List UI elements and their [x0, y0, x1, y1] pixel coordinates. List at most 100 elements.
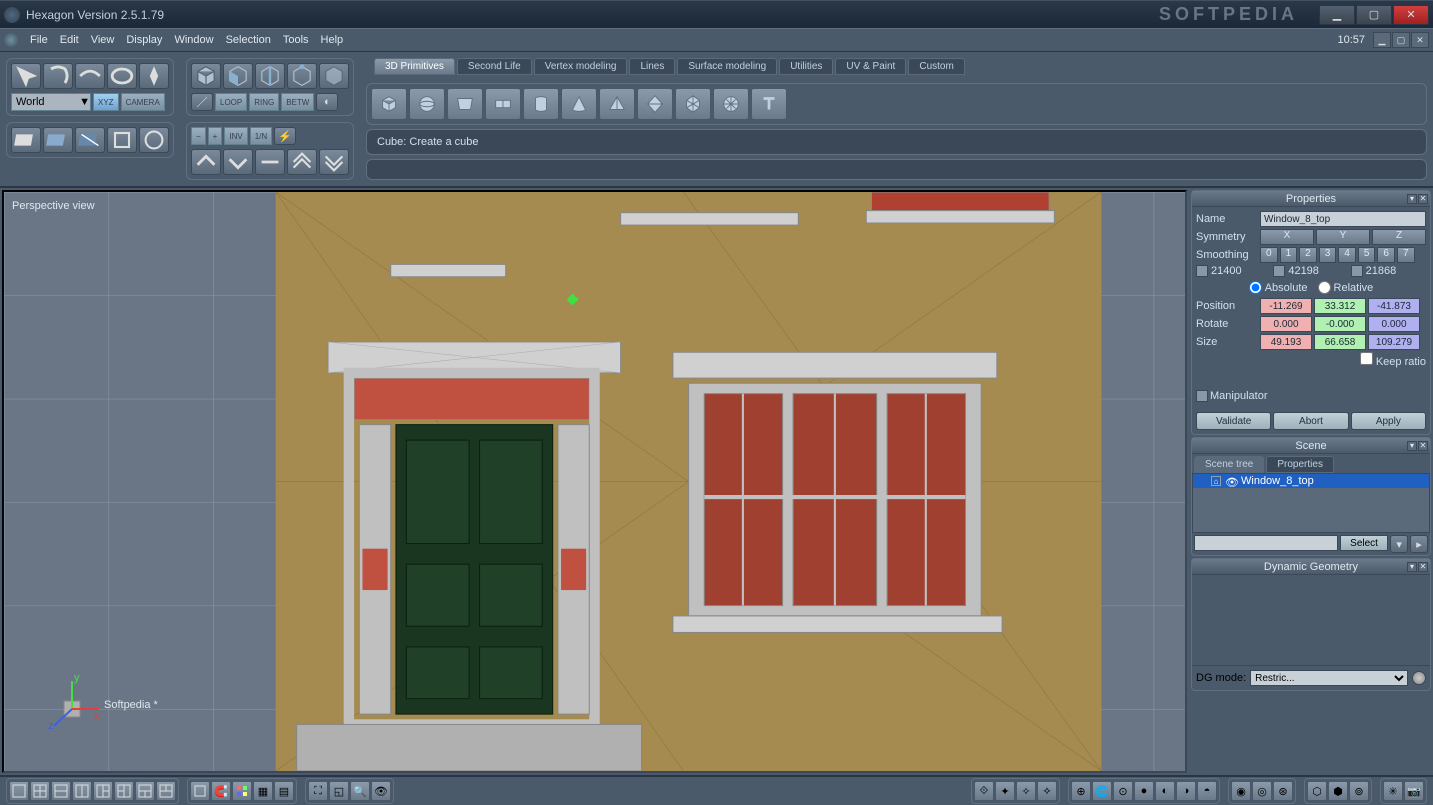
viewport[interactable]: Perspective view [2, 190, 1187, 773]
universal-tool-button[interactable] [139, 63, 169, 89]
misc-1-button[interactable]: ⬡ [1307, 781, 1327, 801]
tab-3d-primitives[interactable]: 3D Primitives [374, 58, 455, 75]
scene-opt2-button[interactable]: ▸ [1410, 535, 1428, 553]
scene-search-input[interactable] [1194, 535, 1338, 551]
panel-close-icon[interactable]: ✕ [1418, 441, 1428, 451]
panel-collapse-icon[interactable]: ▾ [1407, 562, 1417, 572]
smooth-0-button[interactable]: 0 [1260, 247, 1278, 263]
primitive-text-button[interactable] [751, 88, 787, 120]
dg-mode-select[interactable]: Restric... [1250, 670, 1408, 686]
disp-globe2-button[interactable]: ⊙ [1113, 781, 1133, 801]
manip-2-button[interactable]: ✦ [995, 781, 1015, 801]
tab-vertex-modeling[interactable]: Vertex modeling [534, 58, 628, 75]
object-name-input[interactable] [1260, 211, 1426, 227]
validate-button[interactable]: Validate [1196, 412, 1271, 430]
light-1-button[interactable]: ◉ [1231, 781, 1251, 801]
render-star-button[interactable]: ✳ [1383, 781, 1403, 801]
minimize-button[interactable]: ▁ [1319, 5, 1355, 25]
scene-tree-tab[interactable]: Scene tree [1194, 456, 1264, 473]
grow-4-button[interactable] [287, 149, 317, 175]
layout-2h-button[interactable] [51, 781, 71, 801]
tab-second-life[interactable]: Second Life [457, 58, 532, 75]
layout-single-button[interactable] [9, 781, 29, 801]
manip-1-button[interactable]: ⟐ [974, 781, 994, 801]
smooth-5-button[interactable]: 5 [1358, 247, 1376, 263]
smooth-3-button[interactable]: 3 [1319, 247, 1337, 263]
primitive-grid-button[interactable] [485, 88, 521, 120]
tab-utilities[interactable]: Utilities [779, 58, 833, 75]
sel-auto-button[interactable] [319, 63, 349, 89]
primitive-cube-button[interactable] [371, 88, 407, 120]
zoom-extents-button[interactable]: ⛶ [308, 781, 328, 801]
menu-tools[interactable]: Tools [277, 34, 315, 46]
dg-header[interactable]: Dynamic Geometry ▾✕ [1192, 559, 1430, 575]
smooth-6-button[interactable]: 6 [1377, 247, 1395, 263]
shading-2-button[interactable] [43, 127, 73, 153]
size-z-input[interactable] [1368, 334, 1420, 350]
coord-xyz-button[interactable]: XYZ [93, 93, 119, 111]
disp-wire-button[interactable]: ⊕ [1071, 781, 1091, 801]
tab-uv-paint[interactable]: UV & Paint [835, 58, 906, 75]
light-3-button[interactable]: ⊛ [1273, 781, 1293, 801]
sel-vertex-button[interactable] [287, 63, 317, 89]
zoom-in-button[interactable]: 🔍 [350, 781, 370, 801]
grow-5-button[interactable] [319, 149, 349, 175]
soft-sel-button[interactable]: ／ [191, 93, 213, 111]
panel-close-icon[interactable]: ✕ [1418, 194, 1428, 204]
layout-3c-button[interactable] [135, 781, 155, 801]
disp-shade4-button[interactable]: ◓ [1197, 781, 1217, 801]
primitive-sphere-button[interactable] [409, 88, 445, 120]
angle-bolt-button[interactable]: ⚡ [274, 127, 296, 145]
absolute-radio[interactable]: Absolute [1249, 281, 1308, 294]
disp-globe1-button[interactable]: 🌐 [1092, 781, 1112, 801]
primitive-facet-button[interactable] [447, 88, 483, 120]
layout-2v-button[interactable] [72, 781, 92, 801]
menu-selection[interactable]: Selection [220, 34, 277, 46]
shading-4-button[interactable] [107, 127, 137, 153]
sel-loop-button[interactable]: LOOP [215, 93, 247, 111]
manip-3-button[interactable]: ✧ [1016, 781, 1036, 801]
scene-header[interactable]: Scene ▾✕ [1192, 438, 1430, 454]
tree-visibility-icon[interactable]: 👁 [1225, 476, 1237, 486]
relative-radio[interactable]: Relative [1318, 281, 1374, 294]
size-x-input[interactable] [1260, 334, 1312, 350]
menu-display[interactable]: Display [120, 34, 168, 46]
primitive-cone-button[interactable] [561, 88, 597, 120]
disp-shade3-button[interactable]: ◑ [1176, 781, 1196, 801]
sel-betw-button[interactable]: BETW [281, 93, 314, 111]
grow-1-button[interactable] [191, 149, 221, 175]
primitive-octa-button[interactable] [637, 88, 673, 120]
panel-collapse-icon[interactable]: ▾ [1407, 194, 1417, 204]
scene-tree[interactable]: ⌂ 👁 Window_8_top [1192, 473, 1430, 533]
grow-3-button[interactable] [255, 149, 285, 175]
menu-view[interactable]: View [85, 34, 121, 46]
smooth-1-button[interactable]: 1 [1280, 247, 1298, 263]
titlebar[interactable]: Hexagon Version 2.5.1.79 SOFTPEDIA ▁ ▢ ✕ [0, 0, 1433, 28]
angle-minus-button[interactable]: − [191, 127, 206, 145]
angle-plus-button[interactable]: + [208, 127, 223, 145]
snap-ruler2-button[interactable]: ▤ [274, 781, 294, 801]
layout-quad-button[interactable] [30, 781, 50, 801]
tree-item-selected[interactable]: ⌂ 👁 Window_8_top [1193, 474, 1429, 488]
move-tool-button[interactable] [43, 63, 73, 89]
snap-grid-button[interactable] [190, 781, 210, 801]
sel-object-button[interactable] [191, 63, 221, 89]
manip-4-button[interactable]: ⟡ [1037, 781, 1057, 801]
smooth-7-button[interactable]: 7 [1397, 247, 1415, 263]
grow-2-button[interactable] [223, 149, 253, 175]
angle-1n-button[interactable]: 1/N [250, 127, 272, 145]
angle-inv-button[interactable]: INV [224, 127, 247, 145]
maximize-button[interactable]: ▢ [1356, 5, 1392, 25]
sel-edge-button[interactable] [255, 63, 285, 89]
primitive-icosa-button[interactable] [675, 88, 711, 120]
coord-system-select[interactable]: World▼ [11, 93, 91, 111]
snap-ruler1-button[interactable]: ▦ [253, 781, 273, 801]
scene-select-button[interactable]: Select [1340, 535, 1388, 551]
inner-close-button[interactable]: ✕ [1411, 32, 1429, 48]
properties-header[interactable]: Properties ▾✕ [1192, 191, 1430, 207]
snap-magnet-button[interactable]: 🧲 [211, 781, 231, 801]
position-x-input[interactable] [1260, 298, 1312, 314]
tree-lock-icon[interactable]: ⌂ [1211, 476, 1221, 486]
layout-3b-button[interactable] [114, 781, 134, 801]
size-y-input[interactable] [1314, 334, 1366, 350]
